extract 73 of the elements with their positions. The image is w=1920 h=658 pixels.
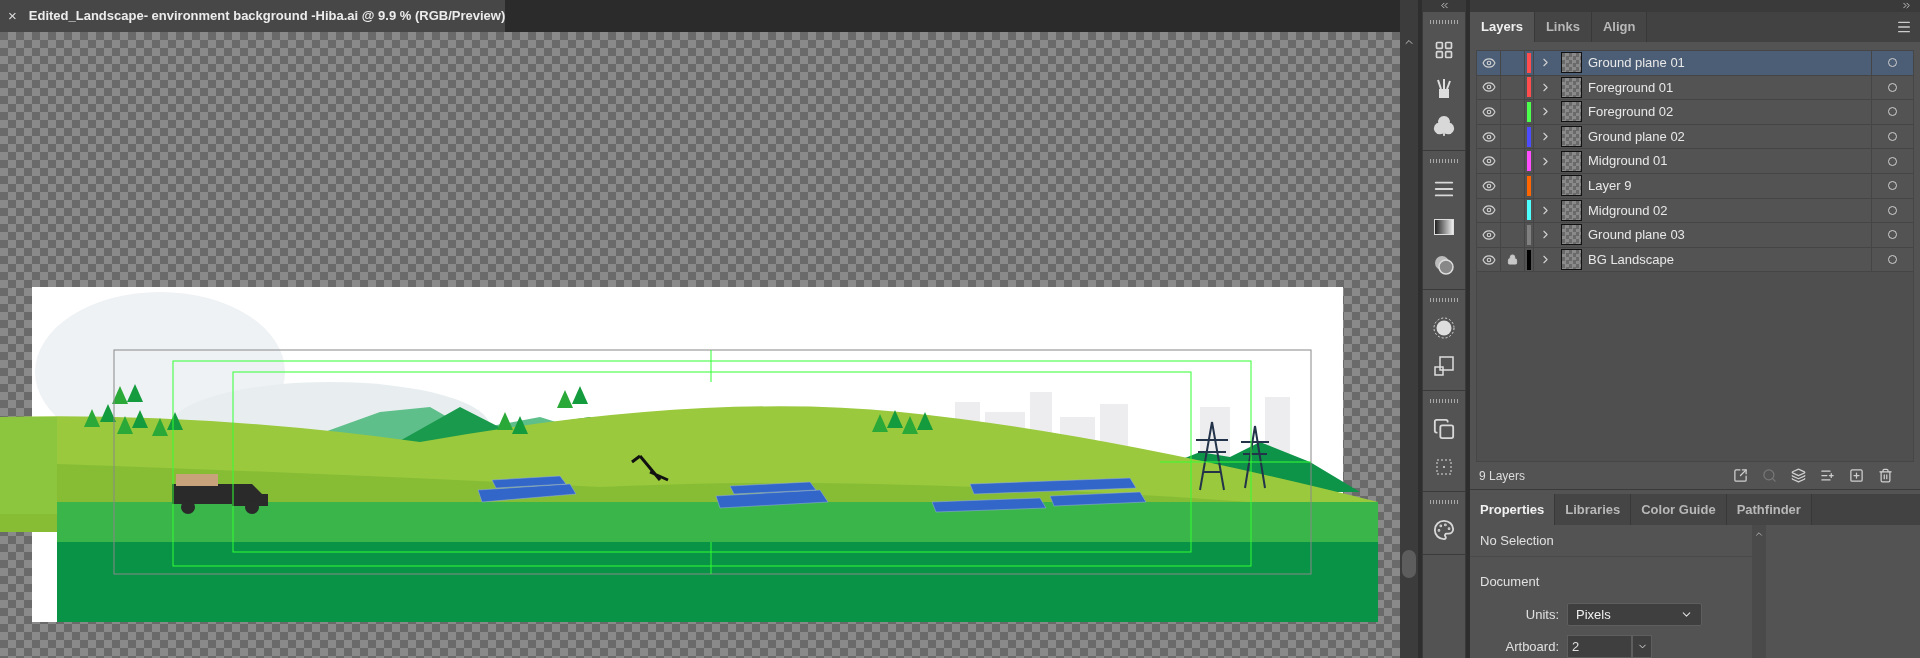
layer-row[interactable]: Midground 01 (1477, 149, 1913, 174)
visibility-icon[interactable] (1481, 80, 1496, 95)
delete-icon[interactable] (1878, 468, 1893, 483)
collapse-icon[interactable] (1438, 0, 1450, 11)
visibility-icon[interactable] (1481, 178, 1496, 193)
layer-row[interactable]: Foreground 01 (1477, 75, 1913, 101)
scrollbar-thumb[interactable] (1402, 550, 1416, 578)
transform-icon[interactable] (1432, 354, 1456, 378)
grip-handle[interactable] (1430, 500, 1458, 504)
layer-name[interactable]: BG Landscape (1588, 249, 1674, 270)
layer-thumbnail (1561, 199, 1582, 221)
selection-status: No Selection (1480, 531, 1554, 550)
visibility-icon[interactable] (1481, 55, 1496, 70)
layer-name[interactable]: Layer 9 (1588, 176, 1632, 196)
layer-row[interactable]: Ground plane 01 (1477, 51, 1913, 76)
clipping-mask-icon[interactable] (1791, 468, 1806, 483)
lock-icon[interactable] (1507, 254, 1518, 266)
grip-handle[interactable] (1430, 20, 1458, 24)
close-tab-button[interactable]: × (8, 4, 17, 28)
appearance-icon[interactable] (1432, 316, 1456, 340)
layer-thumbnail (1561, 224, 1582, 246)
layer-row[interactable]: Foreground 02 (1477, 100, 1913, 125)
visibility-icon[interactable] (1481, 203, 1496, 218)
layer-row[interactable]: Midground 02 (1477, 198, 1913, 224)
transparency-icon[interactable] (1432, 253, 1456, 277)
units-dropdown[interactable]: Pixels (1567, 603, 1702, 626)
grip-handle[interactable] (1430, 298, 1458, 302)
layer-row[interactable]: Layer 9 (1477, 173, 1913, 199)
panel-menu-icon[interactable] (1896, 19, 1912, 35)
symbols-icon[interactable] (1432, 114, 1456, 138)
grip-handle[interactable] (1430, 399, 1458, 403)
layer-thumbnail (1561, 101, 1582, 123)
visibility-icon[interactable] (1481, 227, 1496, 242)
layer-name[interactable]: Foreground 01 (1588, 77, 1674, 98)
units-label: Units: (1524, 605, 1560, 624)
document-title: Edited_Landscape- environment background -Hiba.ai @ 9.9 % (RGB/Preview) (28, 7, 506, 26)
layer-name[interactable]: Ground plane 02 (1588, 126, 1685, 147)
visibility-icon[interactable] (1481, 154, 1496, 169)
section-heading: Document (1480, 574, 1540, 589)
artboard-label: Artboard: (1504, 637, 1560, 656)
artboard-field[interactable]: 2 (1567, 635, 1632, 658)
artboard-dropdown-button[interactable] (1632, 635, 1652, 658)
layer-thumbnail (1561, 52, 1582, 74)
layer-name[interactable]: Ground plane 01 (1588, 53, 1685, 73)
layer-count: 9 Layers (1479, 467, 1526, 485)
layer-name[interactable]: Midground 02 (1588, 200, 1668, 221)
collapse-icon[interactable] (1901, 0, 1912, 11)
layer-thumbnail (1561, 175, 1582, 197)
document-tab[interactable]: × Edited_Landscape- environment background -Hiba.ai @ 9.9 % (RGB/Preview) (0, 0, 505, 32)
grip-handle[interactable] (1430, 159, 1458, 163)
vertical-scrollbar[interactable] (1400, 0, 1418, 658)
layer-thumbnail (1561, 249, 1582, 271)
properties-scrollbar[interactable] (1752, 525, 1766, 658)
layer-thumbnail (1561, 76, 1582, 98)
layer-row[interactable]: BG Landscape (1477, 247, 1913, 273)
layer-name[interactable]: Ground plane 03 (1588, 225, 1685, 245)
layer-row[interactable]: Ground plane 02 (1477, 124, 1913, 150)
visibility-icon[interactable] (1481, 105, 1496, 119)
new-layer-icon[interactable] (1849, 468, 1864, 483)
layer-name[interactable]: Foreground 02 (1588, 102, 1674, 122)
scroll-up-icon[interactable] (1754, 529, 1764, 539)
panel-tab[interactable]: Layers (1470, 12, 1535, 42)
panel-tab[interactable]: Properties (1470, 494, 1556, 525)
layer-row[interactable]: Ground plane 03 (1477, 223, 1913, 248)
visibility-icon[interactable] (1481, 252, 1496, 267)
palette-icon[interactable] (1432, 518, 1456, 542)
layer-thumbnail (1561, 126, 1582, 148)
new-sublayer-icon[interactable] (1820, 468, 1835, 483)
layer-name[interactable]: Midground 01 (1588, 151, 1668, 171)
visibility-icon[interactable] (1481, 129, 1496, 144)
layer-thumbnail (1561, 150, 1582, 172)
export-icon[interactable] (1733, 468, 1748, 483)
pathfinder-icon[interactable] (1432, 417, 1456, 441)
